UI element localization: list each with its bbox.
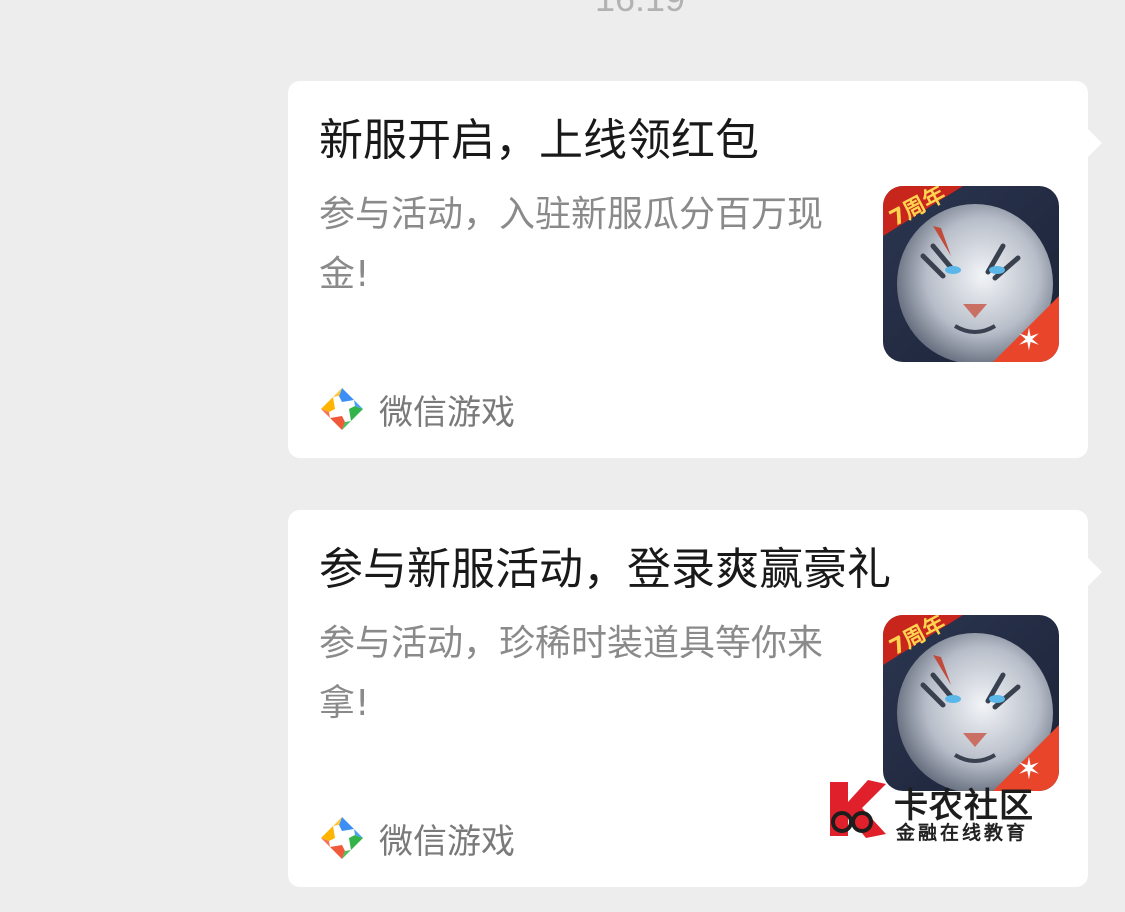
watermark: 卡农社区 金融在线教育 (822, 774, 1042, 846)
svg-text:✶: ✶ (1016, 323, 1041, 358)
watermark-subtitle: 金融在线教育 (896, 822, 1029, 844)
source-label: 微信游戏 (379, 821, 515, 862)
game-message-card[interactable]: 新服开启，上线领红包 参与活动，入驻新服瓜分百万现金! 7周年 ✶ 微信游戏 (288, 81, 1102, 458)
tiger-game-icon: 7周年 ✶ (883, 615, 1059, 791)
card-description: 参与活动，入驻新服瓜分百万现金! (319, 194, 824, 295)
watermark-logo-icon (830, 780, 886, 838)
source-label: 微信游戏 (379, 392, 515, 433)
wechat-game-icon (321, 388, 363, 430)
card-title: 参与新服活动，登录爽赢豪礼 (319, 544, 891, 595)
tiger-game-icon: 7周年 ✶ (883, 186, 1059, 362)
wechat-game-icon (321, 817, 363, 859)
card-title: 新服开启，上线领红包 (319, 115, 759, 166)
message-timestamp: 16:19 (0, 0, 1125, 20)
source-row: 微信游戏 (319, 384, 515, 434)
source-row: 微信游戏 (319, 813, 515, 863)
card-description: 参与活动，珍稀时装道具等你来拿! (319, 623, 824, 724)
